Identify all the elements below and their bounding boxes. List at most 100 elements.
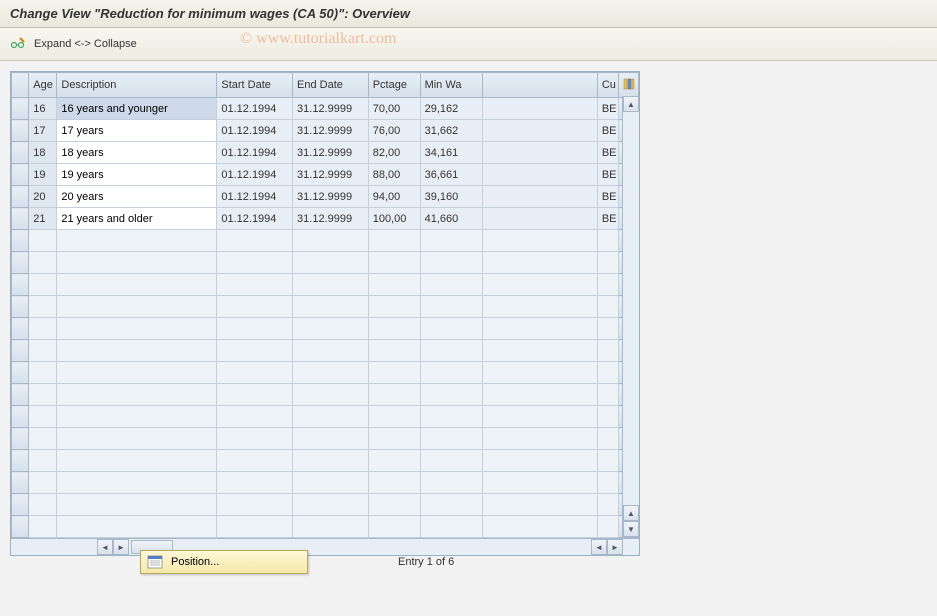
cell-empty bbox=[483, 406, 598, 428]
table-row[interactable]: 1818 years01.12.199431.12.999982,0034,16… bbox=[12, 142, 639, 164]
cell-empty bbox=[57, 318, 217, 340]
cell-empty bbox=[57, 252, 217, 274]
cell-empty bbox=[483, 274, 598, 296]
table-row[interactable] bbox=[12, 340, 639, 362]
row-selector[interactable] bbox=[12, 384, 29, 406]
table-row[interactable] bbox=[12, 428, 639, 450]
expand-collapse-button[interactable]: Expand <-> Collapse bbox=[34, 38, 137, 50]
table-row[interactable] bbox=[12, 252, 639, 274]
row-selector[interactable] bbox=[12, 318, 29, 340]
row-selector[interactable] bbox=[12, 296, 29, 318]
table-row[interactable] bbox=[12, 384, 639, 406]
vscroll-down-icon[interactable]: ▼ bbox=[623, 521, 639, 537]
table-row[interactable] bbox=[12, 516, 639, 538]
table-config-button[interactable] bbox=[619, 73, 639, 98]
vscroll-up-icon[interactable]: ▲ bbox=[623, 96, 639, 112]
table-row[interactable] bbox=[12, 450, 639, 472]
position-button[interactable]: Position... bbox=[140, 550, 308, 574]
col-header-start-date[interactable]: Start Date bbox=[217, 73, 293, 98]
cell-empty bbox=[597, 384, 619, 406]
row-selector[interactable] bbox=[12, 406, 29, 428]
cell-min-wa: 29,162 bbox=[420, 98, 483, 120]
table-row[interactable] bbox=[12, 274, 639, 296]
row-selector[interactable] bbox=[12, 274, 29, 296]
table-row[interactable] bbox=[12, 230, 639, 252]
row-selector[interactable] bbox=[12, 98, 29, 120]
cell-spacer bbox=[483, 142, 598, 164]
cell-description[interactable]: 16 years and younger bbox=[57, 98, 217, 120]
vscroll-up2-icon[interactable]: ▲ bbox=[623, 505, 639, 521]
select-all-corner[interactable] bbox=[12, 73, 29, 98]
table-row[interactable]: 2020 years01.12.199431.12.999994,0039,16… bbox=[12, 186, 639, 208]
cell-empty bbox=[597, 472, 619, 494]
table-row[interactable]: 1919 years01.12.199431.12.999988,0036,66… bbox=[12, 164, 639, 186]
cell-start-date: 01.12.1994 bbox=[217, 98, 293, 120]
col-header-min-wa[interactable]: Min Wa bbox=[420, 73, 483, 98]
col-header-pctage[interactable]: Pctage bbox=[368, 73, 420, 98]
cell-min-wa: 41,660 bbox=[420, 208, 483, 230]
table-row[interactable] bbox=[12, 406, 639, 428]
cell-empty bbox=[293, 362, 369, 384]
row-selector[interactable] bbox=[12, 208, 29, 230]
row-selector[interactable] bbox=[12, 186, 29, 208]
col-header-age[interactable]: Age bbox=[29, 73, 57, 98]
cell-age: 20 bbox=[29, 186, 57, 208]
row-selector[interactable] bbox=[12, 142, 29, 164]
cell-description[interactable]: 18 years bbox=[57, 142, 217, 164]
row-selector[interactable] bbox=[12, 450, 29, 472]
col-header-cu[interactable]: Cu bbox=[597, 73, 619, 98]
cell-empty bbox=[29, 406, 57, 428]
cell-age: 21 bbox=[29, 208, 57, 230]
table-row[interactable] bbox=[12, 296, 639, 318]
cell-empty bbox=[597, 252, 619, 274]
cell-empty bbox=[420, 494, 483, 516]
cell-description[interactable]: 20 years bbox=[57, 186, 217, 208]
cell-description[interactable]: 19 years bbox=[57, 164, 217, 186]
cell-description[interactable]: 21 years and older bbox=[57, 208, 217, 230]
row-selector[interactable] bbox=[12, 252, 29, 274]
table-row[interactable] bbox=[12, 318, 639, 340]
table-row[interactable] bbox=[12, 472, 639, 494]
cell-empty bbox=[29, 252, 57, 274]
table-row[interactable] bbox=[12, 494, 639, 516]
col-header-description[interactable]: Description bbox=[57, 73, 217, 98]
row-selector[interactable] bbox=[12, 120, 29, 142]
table-row[interactable] bbox=[12, 362, 639, 384]
row-selector[interactable] bbox=[12, 494, 29, 516]
cell-start-date: 01.12.1994 bbox=[217, 164, 293, 186]
cell-empty bbox=[57, 362, 217, 384]
cell-empty bbox=[217, 362, 293, 384]
table-row[interactable]: 2121 years and older01.12.199431.12.9999… bbox=[12, 208, 639, 230]
row-selector[interactable] bbox=[12, 516, 29, 538]
row-selector[interactable] bbox=[12, 362, 29, 384]
cell-empty bbox=[217, 406, 293, 428]
row-selector[interactable] bbox=[12, 472, 29, 494]
row-selector[interactable] bbox=[12, 230, 29, 252]
cell-empty bbox=[597, 274, 619, 296]
table-container: Age Description Start Date End Date Pcta… bbox=[10, 71, 640, 556]
cell-pctage: 76,00 bbox=[368, 120, 420, 142]
cell-empty bbox=[368, 472, 420, 494]
cell-empty bbox=[420, 428, 483, 450]
cell-empty bbox=[368, 296, 420, 318]
cell-cu: BE bbox=[597, 186, 619, 208]
col-header-end-date[interactable]: End Date bbox=[293, 73, 369, 98]
row-selector[interactable] bbox=[12, 428, 29, 450]
cell-empty bbox=[217, 318, 293, 340]
vertical-scrollbar[interactable]: ▲ ▲ ▼ bbox=[622, 96, 639, 537]
row-selector[interactable] bbox=[12, 340, 29, 362]
col-header-spacer bbox=[483, 73, 598, 98]
row-selector[interactable] bbox=[12, 164, 29, 186]
toolbar: Expand <-> Collapse bbox=[0, 28, 937, 61]
cell-description[interactable]: 17 years bbox=[57, 120, 217, 142]
cell-empty bbox=[420, 340, 483, 362]
glasses-pencil-icon[interactable] bbox=[10, 36, 26, 52]
cell-empty bbox=[420, 252, 483, 274]
window-title: Change View "Reduction for minimum wages… bbox=[0, 0, 937, 28]
content-area: Age Description Start Date End Date Pcta… bbox=[0, 61, 937, 566]
cell-empty bbox=[217, 230, 293, 252]
table-row[interactable]: 1616 years and younger01.12.199431.12.99… bbox=[12, 98, 639, 120]
cell-empty bbox=[29, 274, 57, 296]
cell-empty bbox=[597, 450, 619, 472]
table-row[interactable]: 1717 years01.12.199431.12.999976,0031,66… bbox=[12, 120, 639, 142]
